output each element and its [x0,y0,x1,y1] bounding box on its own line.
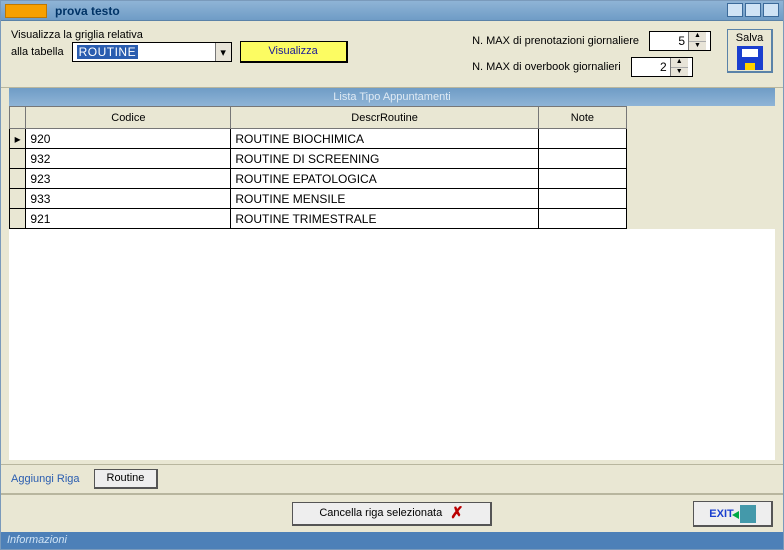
visualizza-button[interactable]: Visualizza [240,41,348,63]
col-descr-header[interactable]: DescrRoutine [231,107,538,129]
grid-label-2: alla tabella [11,46,64,58]
cell-descr[interactable]: ROUTINE EPATOLOGICA [231,169,538,189]
window-controls [727,3,779,17]
row-selector-header [10,107,26,129]
max-overbook-spinner[interactable]: ▲ ▼ [631,57,693,77]
max-overbook-label: N. MAX di overbook giornalieri [472,61,621,73]
row-selector[interactable] [10,149,26,169]
floppy-icon [737,46,763,70]
row-selector[interactable] [10,189,26,209]
salva-label: Salva [736,32,764,44]
row-selector[interactable]: ▸ [10,129,26,149]
cell-descr[interactable]: ROUTINE BIOCHIMICA [231,129,538,149]
statusbar: Informazioni [1,532,783,549]
table-row[interactable]: ▸920ROUTINE BIOCHIMICA [10,129,627,149]
col-note-header[interactable]: Note [538,107,626,129]
close-button[interactable] [763,3,779,17]
section-header: Lista Tipo Appuntamenti [9,88,775,106]
max-prenotazioni-label: N. MAX di prenotazioni giornaliere [472,35,639,47]
cell-codice[interactable]: 920 [26,129,231,149]
cell-descr[interactable]: ROUTINE MENSILE [231,189,538,209]
grid-wrapper: Codice DescrRoutine Note ▸920ROUTINE BIO… [1,106,783,229]
salva-button[interactable]: Salva [727,29,773,73]
spinner-down-icon[interactable]: ▼ [671,68,688,77]
grid-empty-space [9,229,775,460]
table-row[interactable]: 932ROUTINE DI SCREENING [10,149,627,169]
spinner-down-icon[interactable]: ▼ [689,42,706,51]
add-row-bar: Aggiungi Riga Routine [1,464,783,494]
table-row[interactable]: 921ROUTINE TRIMESTRALE [10,209,627,229]
cell-note[interactable] [538,169,626,189]
cell-note[interactable] [538,129,626,149]
aggiungi-riga-label: Aggiungi Riga [11,473,80,485]
max-overbook-input[interactable] [632,59,670,75]
cell-note[interactable] [538,189,626,209]
spinner-arrows: ▲ ▼ [688,32,706,50]
delete-x-icon: ✗ [450,503,463,523]
table-select-value: ROUTINE [77,45,139,59]
titlebar: prova testo [1,1,783,21]
top-panel: Visualizza la griglia relativa alla tabe… [1,21,783,88]
grid-label: Visualizza la griglia relativa [11,29,348,41]
max-group: N. MAX di prenotazioni giornaliere ▲ ▼ N… [472,29,711,77]
max-prenotazioni-spinner[interactable]: ▲ ▼ [649,31,711,51]
spinner-up-icon[interactable]: ▲ [671,58,688,68]
maximize-button[interactable] [745,3,761,17]
routine-button[interactable]: Routine [94,469,159,489]
row-selector[interactable] [10,169,26,189]
cancella-riga-button[interactable]: Cancella riga selezionata ✗ [292,502,492,526]
table-row[interactable]: 933ROUTINE MENSILE [10,189,627,209]
table-selection-group: Visualizza la griglia relativa alla tabe… [11,29,348,63]
cell-descr[interactable]: ROUTINE DI SCREENING [231,149,538,169]
exit-label: EXIT [709,508,733,520]
save-group: Salva [727,29,773,73]
cell-note[interactable] [538,209,626,229]
exit-door-icon [740,505,756,523]
window-title: prova testo [51,4,120,18]
cell-note[interactable] [538,149,626,169]
max-prenotazioni-input[interactable] [650,33,688,49]
col-codice-header[interactable]: Codice [26,107,231,129]
chevron-down-icon: ▾ [215,43,231,61]
spinner-arrows: ▲ ▼ [670,58,688,76]
cell-codice[interactable]: 932 [26,149,231,169]
row-selector[interactable] [10,209,26,229]
cell-descr[interactable]: ROUTINE TRIMESTRALE [231,209,538,229]
title-icon [5,4,47,18]
bottom-bar: Cancella riga selezionata ✗ EXIT [1,494,783,532]
exit-button[interactable]: EXIT [693,501,773,527]
spinner-up-icon[interactable]: ▲ [689,32,706,42]
minimize-button[interactable] [727,3,743,17]
cell-codice[interactable]: 923 [26,169,231,189]
table-row[interactable]: 923ROUTINE EPATOLOGICA [10,169,627,189]
cell-codice[interactable]: 921 [26,209,231,229]
table-select[interactable]: ROUTINE ▾ [72,42,232,62]
routine-grid[interactable]: Codice DescrRoutine Note ▸920ROUTINE BIO… [9,106,627,229]
app-window: prova testo Visualizza la griglia relati… [0,0,784,550]
cell-codice[interactable]: 933 [26,189,231,209]
cancella-label: Cancella riga selezionata [319,507,442,519]
